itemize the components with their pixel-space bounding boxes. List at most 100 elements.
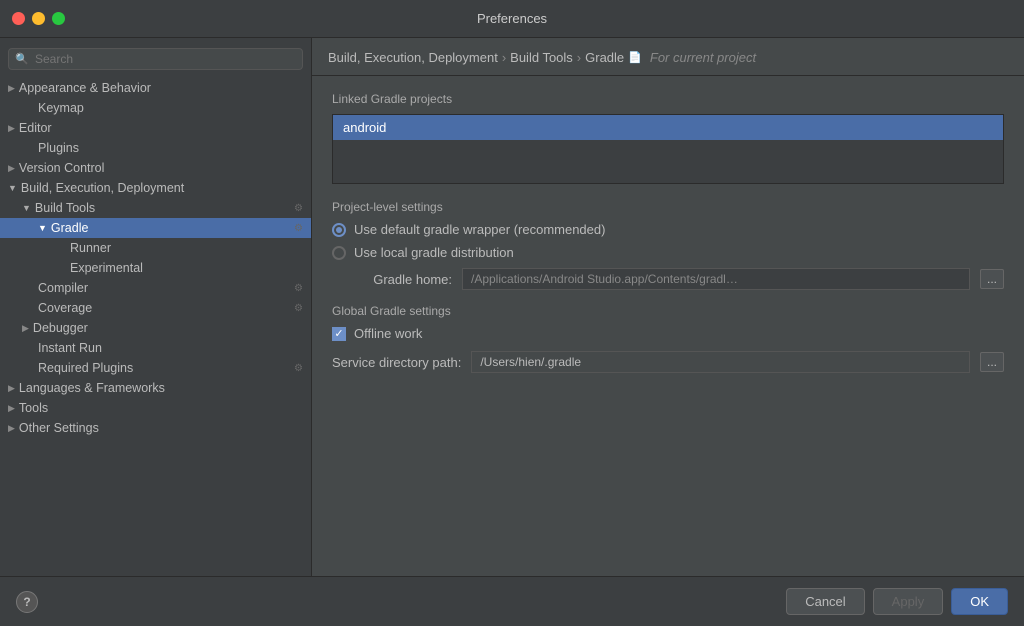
sidebar-item-settings-icon: ⚙ [294,283,303,294]
sidebar-item-languages[interactable]: ▶ Languages & Frameworks [0,378,311,398]
service-dir-browse-button[interactable]: ... [980,352,1004,372]
sidebar-item-settings-icon: ⚙ [294,223,303,234]
arrow-icon: ▶ [8,163,15,174]
minimize-button[interactable] [32,12,45,25]
sidebar-item-other-settings[interactable]: ▶ Other Settings [0,418,311,438]
breadcrumb-sep-1: › [577,50,581,65]
arrow-icon: ▶ [8,83,15,94]
maximize-button[interactable] [52,12,65,25]
sidebar-item-debugger[interactable]: ▶ Debugger [0,318,311,338]
content-panel: Build, Execution, Deployment › Build Too… [312,38,1024,576]
sidebar-items-container: ▶ Appearance & Behavior Keymap ▶ Editor Plugi… [0,78,311,438]
search-input[interactable] [8,48,303,70]
window-title: Preferences [477,11,547,26]
sidebar-item-settings-icon: ⚙ [294,203,303,214]
project-level-section-label: Project-level settings [332,200,1004,214]
project-icon: 📄 [628,51,642,64]
breadcrumb-sep-0: › [502,50,506,65]
titlebar: Preferences [0,0,1024,38]
offline-work-row: ✓ Offline work [332,326,1004,341]
window-controls [12,12,65,25]
radio-local-distribution-label: Use local gradle distribution [354,245,514,260]
sidebar-item-label: Coverage [38,301,92,315]
sidebar-item-keymap[interactable]: Keymap [0,98,311,118]
arrow-icon: ▶ [22,323,29,334]
global-gradle-section-label: Global Gradle settings [332,304,1004,318]
sidebar-item-label: Editor [19,121,52,135]
footer: ? Cancel Apply OK [0,576,1024,626]
arrow-icon: ▼ [22,203,31,213]
sidebar-item-label: Languages & Frameworks [19,381,165,395]
sidebar-item-settings-icon: ⚙ [294,303,303,314]
sidebar-item-build-tools[interactable]: ▼ Build Tools ⚙ [0,198,311,218]
sidebar-item-label: Runner [70,241,111,255]
service-dir-label: Service directory path: [332,355,461,370]
cancel-button[interactable]: Cancel [786,588,864,615]
search-box: 🔍 [8,48,303,70]
linked-project-android[interactable]: android [333,115,1003,140]
close-button[interactable] [12,12,25,25]
sidebar-item-label: Debugger [33,321,88,335]
sidebar-item-label: Tools [19,401,48,415]
sidebar-item-label: Required Plugins [38,361,133,375]
sidebar-item-label: Appearance & Behavior [19,81,151,95]
sidebar-item-label: Plugins [38,141,79,155]
sidebar-item-label: Version Control [19,161,104,175]
gradle-home-label: Gradle home: [332,272,452,287]
arrow-icon: ▼ [38,223,47,233]
sidebar-item-label: Gradle [51,221,89,235]
sidebar-item-instant-run[interactable]: Instant Run [0,338,311,358]
sidebar-item-plugins[interactable]: Plugins [0,138,311,158]
sidebar-item-gradle[interactable]: ▼ Gradle ⚙ [0,218,311,238]
arrow-icon: ▶ [8,123,15,134]
sidebar-item-label: Experimental [70,261,143,275]
apply-button[interactable]: Apply [873,588,944,615]
breadcrumb: Build, Execution, Deployment › Build Too… [312,38,1024,76]
radio-default-wrapper[interactable] [332,223,346,237]
sidebar-item-version-control[interactable]: ▶ Version Control [0,158,311,178]
radio-row-default-wrapper: Use default gradle wrapper (recommended) [332,222,1004,237]
service-dir-row: Service directory path: ... [332,351,1004,373]
arrow-icon: ▶ [8,423,15,434]
sidebar-item-label: Keymap [38,101,84,115]
arrow-icon: ▼ [8,183,17,193]
linked-gradle-section-label: Linked Gradle projects [332,92,1004,106]
sidebar: 🔍 ▶ Appearance & Behavior Keymap ▶ Editor Plu… [0,38,312,576]
radio-default-wrapper-label: Use default gradle wrapper (recommended) [354,222,605,237]
service-dir-input[interactable] [471,351,970,373]
arrow-icon: ▶ [8,383,15,394]
radio-row-local-distribution: Use local gradle distribution [332,245,1004,260]
ok-button[interactable]: OK [951,588,1008,615]
offline-work-label: Offline work [354,326,422,341]
sidebar-item-label: Other Settings [19,421,99,435]
project-level-settings: Project-level settings Use default gradl… [332,200,1004,290]
sidebar-item-coverage[interactable]: Coverage ⚙ [0,298,311,318]
help-button[interactable]: ? [16,591,38,613]
sidebar-item-tools[interactable]: ▶ Tools [0,398,311,418]
content-body: Linked Gradle projects android Project-l… [312,76,1024,576]
sidebar-item-appearance[interactable]: ▶ Appearance & Behavior [0,78,311,98]
sidebar-item-runner[interactable]: Runner [0,238,311,258]
sidebar-item-settings-icon: ⚙ [294,363,303,374]
footer-right: Cancel Apply OK [786,588,1008,615]
sidebar-item-experimental[interactable]: Experimental [0,258,311,278]
main-layout: 🔍 ▶ Appearance & Behavior Keymap ▶ Editor Plu… [0,38,1024,576]
gradle-home-row: Gradle home: /Applications/Android Studi… [332,268,1004,290]
sidebar-item-label: Compiler [38,281,88,295]
gradle-home-value: /Applications/Android Studio.app/Content… [462,268,970,290]
sidebar-item-label: Instant Run [38,341,102,355]
sidebar-item-required-plugins[interactable]: Required Plugins ⚙ [0,358,311,378]
arrow-icon: ▶ [8,403,15,414]
sidebar-item-editor[interactable]: ▶ Editor [0,118,311,138]
sidebar-item-label: Build, Execution, Deployment [21,181,184,195]
breadcrumb-for-project: For current project [650,50,756,65]
global-gradle-settings: Global Gradle settings ✓ Offline work Se… [332,304,1004,373]
sidebar-item-build-execution[interactable]: ▼ Build, Execution, Deployment [0,178,311,198]
search-icon: 🔍 [15,53,29,66]
radio-local-distribution[interactable] [332,246,346,260]
sidebar-item-compiler[interactable]: Compiler ⚙ [0,278,311,298]
gradle-home-browse-button[interactable]: ... [980,269,1004,289]
offline-work-checkbox[interactable]: ✓ [332,327,346,341]
sidebar-item-label: Build Tools [35,201,95,215]
breadcrumb-part-0: Build, Execution, Deployment [328,50,498,65]
